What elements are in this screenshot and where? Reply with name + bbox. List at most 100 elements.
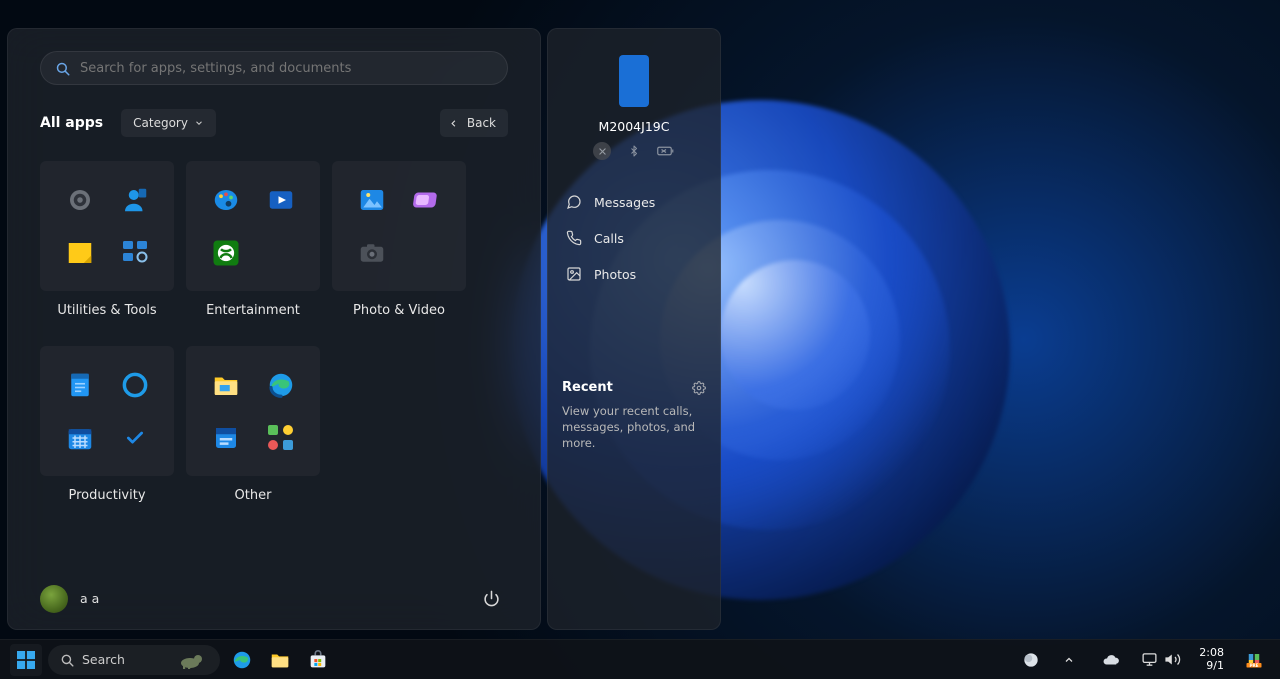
category-photovideo-label: Photo & Video bbox=[353, 303, 445, 318]
cortana-icon bbox=[118, 368, 152, 402]
taskbar-edge-button[interactable] bbox=[226, 644, 258, 676]
phone-device-icon bbox=[619, 55, 649, 107]
taskbar-search-label: Search bbox=[82, 652, 125, 667]
file-explorer-icon bbox=[209, 368, 243, 402]
phone-recent-body: View your recent calls, messages, photos… bbox=[562, 403, 706, 451]
category-dropdown-label: Category bbox=[133, 116, 188, 130]
camera-icon bbox=[355, 236, 389, 270]
messages-icon bbox=[566, 194, 582, 210]
start-menu-footer: a a bbox=[40, 573, 508, 629]
taskbar-weather-button[interactable] bbox=[1019, 644, 1043, 676]
notepad-icon bbox=[63, 368, 97, 402]
tray-overflow-button[interactable] bbox=[1053, 644, 1085, 676]
chevron-left-icon bbox=[448, 118, 459, 129]
search-icon bbox=[55, 61, 70, 76]
bluetooth-icon bbox=[625, 142, 643, 160]
search-icon bbox=[60, 653, 74, 667]
phone-photos-button[interactable]: Photos bbox=[562, 256, 706, 292]
clock-time: 2:08 bbox=[1199, 647, 1224, 660]
category-productivity[interactable]: Productivity bbox=[40, 346, 174, 503]
taskbar-store-button[interactable] bbox=[302, 644, 334, 676]
tray-onedrive-button[interactable] bbox=[1095, 644, 1127, 676]
empty-slot bbox=[264, 236, 298, 270]
taskbar-clock[interactable]: 2:08 9/1 bbox=[1195, 647, 1228, 672]
edge-icon bbox=[231, 649, 253, 671]
category-utilities-label: Utilities & Tools bbox=[57, 303, 156, 318]
photos-icon bbox=[355, 183, 389, 217]
chevron-down-icon bbox=[194, 118, 204, 128]
category-other[interactable]: Other bbox=[186, 346, 320, 503]
phone-recent-header: Recent bbox=[562, 380, 706, 395]
news-icon bbox=[209, 421, 243, 455]
category-dropdown[interactable]: Category bbox=[121, 109, 216, 137]
power-icon bbox=[483, 590, 500, 607]
taskbar-file-explorer-button[interactable] bbox=[264, 644, 296, 676]
start-search-box[interactable] bbox=[40, 51, 508, 85]
start-menu: All apps Category Back bbox=[7, 28, 541, 630]
copilot-icon: PRE bbox=[1245, 651, 1263, 669]
category-productivity-label: Productivity bbox=[68, 488, 145, 503]
phone-messages-button[interactable]: Messages bbox=[562, 184, 706, 220]
phone-calls-label: Calls bbox=[594, 231, 624, 246]
category-productivity-tile bbox=[40, 346, 174, 476]
dinosaur-doodle-icon bbox=[178, 651, 208, 669]
phone-calls-button[interactable]: Calls bbox=[562, 220, 706, 256]
clipchamp-icon bbox=[410, 183, 444, 217]
user-name-label: a a bbox=[80, 591, 99, 606]
phone-link-panel: M2004J19C Messages Calls Photos Recent V… bbox=[547, 28, 721, 630]
taskbar-copilot-button[interactable]: PRE bbox=[1238, 644, 1270, 676]
store-icon bbox=[307, 649, 329, 671]
phone-action-list: Messages Calls Photos bbox=[562, 184, 706, 292]
file-explorer-icon bbox=[269, 649, 291, 671]
xbox-icon bbox=[209, 236, 243, 270]
system-tray[interactable] bbox=[1137, 651, 1185, 668]
cloud-icon bbox=[1102, 651, 1120, 669]
category-entertainment-label: Entertainment bbox=[206, 303, 300, 318]
misc-apps-icon bbox=[264, 421, 298, 455]
chevron-up-icon bbox=[1063, 654, 1075, 666]
todo-icon bbox=[118, 421, 152, 455]
category-entertainment-tile bbox=[186, 161, 320, 291]
weather-icon bbox=[1021, 650, 1041, 670]
people-icon bbox=[118, 183, 152, 217]
category-other-tile bbox=[186, 346, 320, 476]
movies-tv-icon bbox=[264, 183, 298, 217]
windows-logo-icon bbox=[17, 651, 35, 669]
category-utilities-tile bbox=[40, 161, 174, 291]
photos-outline-icon bbox=[566, 266, 582, 282]
category-photovideo-tile bbox=[332, 161, 466, 291]
category-photovideo[interactable]: Photo & Video bbox=[332, 161, 466, 318]
gear-icon[interactable] bbox=[692, 381, 706, 395]
category-utilities[interactable]: Utilities & Tools bbox=[40, 161, 174, 318]
back-button-label: Back bbox=[467, 116, 496, 130]
start-button[interactable] bbox=[10, 644, 42, 676]
phone-status-icons bbox=[562, 142, 706, 160]
taskbar: Search bbox=[0, 639, 1280, 679]
phone-device-name: M2004J19C bbox=[562, 119, 706, 134]
svg-text:PRE: PRE bbox=[1250, 662, 1259, 667]
category-other-label: Other bbox=[235, 488, 272, 503]
calendar-icon bbox=[63, 421, 97, 455]
edge-icon bbox=[264, 368, 298, 402]
calls-icon bbox=[566, 230, 582, 246]
user-account-button[interactable]: a a bbox=[40, 585, 99, 613]
battery-unknown-icon bbox=[657, 142, 675, 160]
disconnected-icon bbox=[593, 142, 611, 160]
taskbar-left: Search bbox=[10, 644, 334, 676]
category-grid: Utilities & Tools Entertainment bbox=[40, 161, 508, 503]
allapps-label: All apps bbox=[40, 115, 103, 131]
network-icon bbox=[1141, 651, 1158, 668]
phone-messages-label: Messages bbox=[594, 195, 655, 210]
back-button[interactable]: Back bbox=[440, 109, 508, 137]
taskbar-search[interactable]: Search bbox=[48, 645, 220, 675]
clock-date: 9/1 bbox=[1199, 660, 1224, 673]
category-entertainment[interactable]: Entertainment bbox=[186, 161, 320, 318]
sticky-notes-icon bbox=[63, 236, 97, 270]
allapps-header-row: All apps Category Back bbox=[40, 109, 508, 137]
power-button[interactable] bbox=[474, 582, 508, 616]
phone-recent-title: Recent bbox=[562, 380, 613, 395]
start-search-input[interactable] bbox=[80, 61, 493, 76]
settings-icon bbox=[63, 183, 97, 217]
taskbar-right: 2:08 9/1 PRE bbox=[1019, 644, 1270, 676]
user-avatar-icon bbox=[40, 585, 68, 613]
